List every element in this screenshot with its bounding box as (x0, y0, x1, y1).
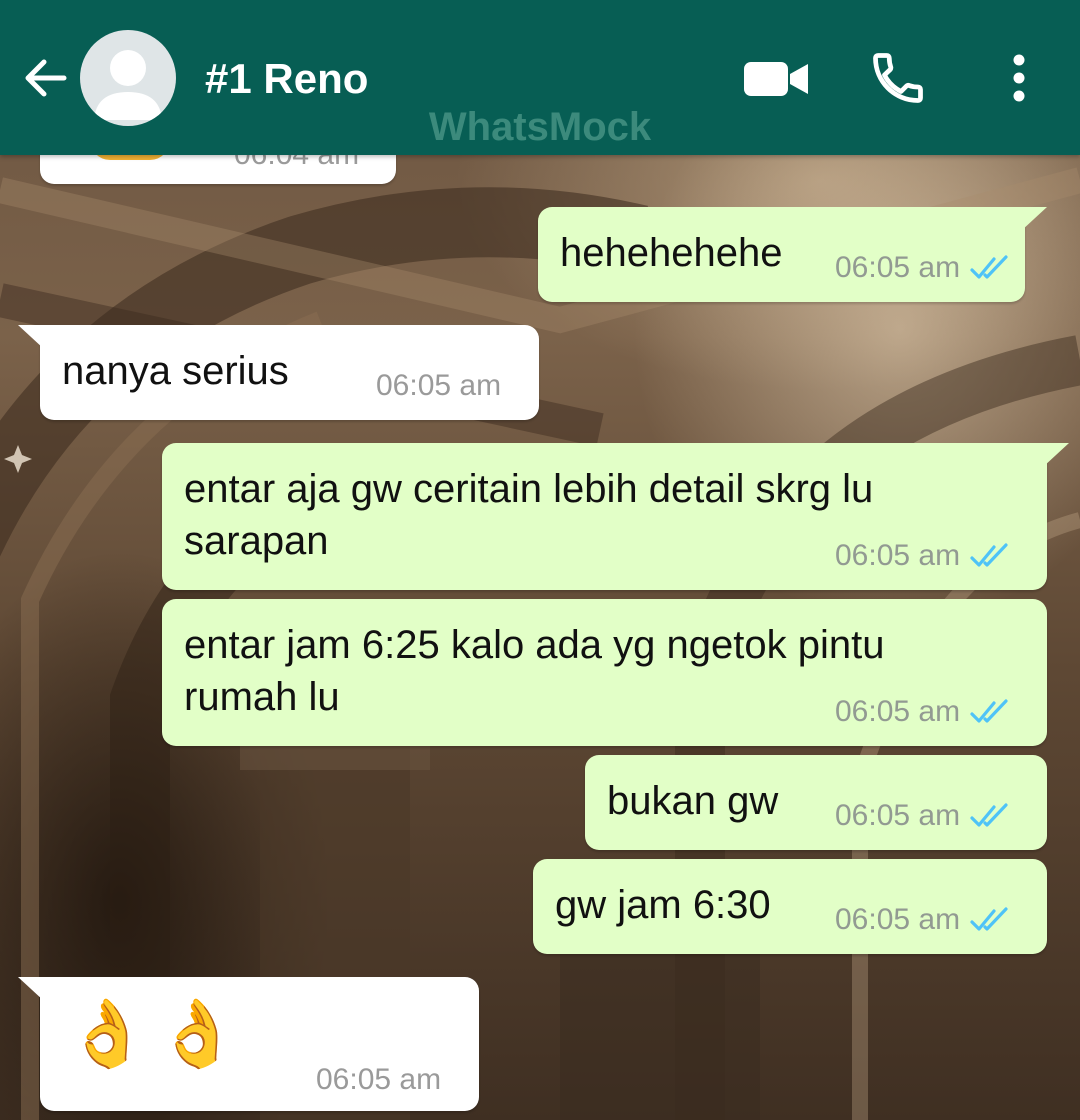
message-bubble-incoming[interactable]: nanya serius 06:05 am (18, 325, 539, 420)
bubble-tail (1021, 207, 1047, 231)
message-text: bukan gw (607, 779, 779, 823)
message-meta: 06:05 am (835, 539, 1012, 573)
message-time: 06:05 am (376, 369, 502, 402)
chat-header: #1 Reno WhatsMock (0, 0, 1080, 155)
video-call-icon (744, 62, 808, 96)
phone-icon (873, 53, 923, 103)
message-text: entar jam 6:25 kalo ada yg ngetok pintu … (184, 623, 885, 719)
message-bubble-outgoing[interactable]: entar jam 6:25 kalo ada yg ngetok pintu … (162, 599, 1047, 746)
message-time: 06:05 am (316, 1063, 442, 1096)
back-arrow-icon (25, 59, 67, 97)
message-bubble-incoming[interactable]: 👌👌 06:05 am (18, 977, 479, 1111)
more-options-button[interactable] (996, 48, 1042, 108)
video-call-button[interactable] (742, 48, 812, 108)
message-time: 06:05 am (835, 799, 961, 832)
contact-name[interactable]: #1 Reno (205, 54, 368, 104)
double-check-icon (970, 255, 1008, 279)
message-text: hehehehehe (560, 231, 783, 275)
ok-hand-emoji: 👌👌 (66, 996, 247, 1070)
message-text: nanya serius (62, 349, 289, 393)
message-time: 06:05 am (835, 251, 961, 284)
message-meta: 06:05 am (835, 903, 1012, 937)
message-meta: 06:05 am (835, 251, 1012, 285)
voice-call-button[interactable] (868, 48, 928, 108)
message-bubble-outgoing[interactable]: entar aja gw ceritain lebih detail skrg … (162, 443, 1069, 590)
message-meta: 06:05 am (316, 1063, 441, 1097)
back-button[interactable] (18, 50, 74, 106)
double-check-icon (970, 803, 1008, 827)
watermark-text: WhatsMock (428, 105, 652, 149)
message-meta: 06:05 am (376, 369, 501, 403)
message-text: entar aja gw ceritain lebih detail skrg … (184, 467, 874, 563)
bubble-tail (1043, 443, 1069, 467)
message-bubble-outgoing[interactable]: hehehehehe 06:05 am (538, 207, 1047, 302)
bubble-tail (18, 325, 44, 349)
message-time: 06:05 am (835, 695, 961, 728)
message-bubble-outgoing[interactable]: gw jam 6:30 06:05 am (533, 859, 1047, 954)
bubble-tail (18, 977, 44, 1001)
double-check-icon (970, 907, 1008, 931)
message-text: gw jam 6:30 (555, 883, 771, 927)
message-time: 06:05 am (835, 903, 961, 936)
message-bubble-outgoing[interactable]: bukan gw 06:05 am (585, 755, 1047, 850)
double-check-icon (970, 543, 1008, 567)
message-time: 06:05 am (835, 539, 961, 572)
message-meta: 06:05 am (835, 695, 1012, 729)
message-meta: 06:05 am (835, 799, 1012, 833)
double-check-icon (970, 699, 1008, 723)
more-vert-icon (1013, 54, 1025, 102)
